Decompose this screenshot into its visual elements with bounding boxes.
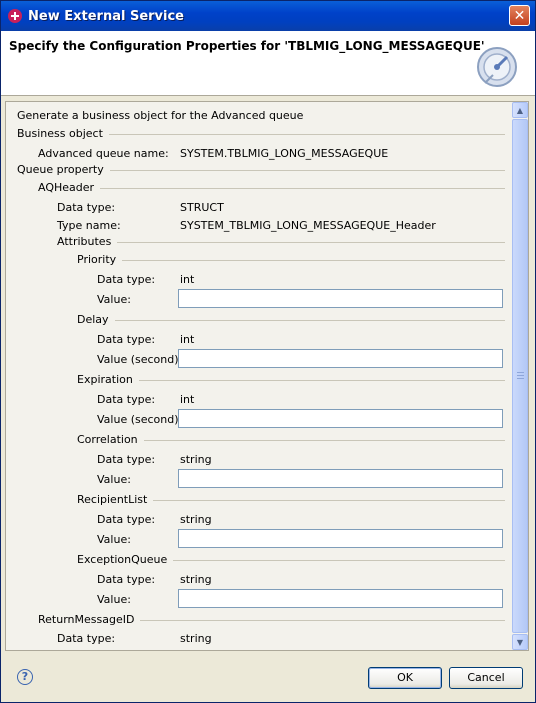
close-button[interactable]: ✕ [509,5,530,26]
value-label: Value: [97,533,131,546]
return-message-id-group: ReturnMessageID [38,612,505,628]
group-label: AQHeader [38,181,95,194]
attribute-name: Priority [77,253,117,266]
group-label: Business object [17,127,103,140]
grip-line [517,375,524,376]
value-label: Value: [97,593,131,606]
data-type-value: int [180,333,195,346]
delay-value-input[interactable] [178,349,503,368]
close-icon: ✕ [513,7,526,24]
data-type-label: Data type: [97,513,156,526]
attribute-group-priority: Priority [77,252,505,268]
value-label: Value: [97,473,131,486]
arrow-down-icon: ▼ [516,637,524,647]
attribute-name: Correlation [77,433,138,446]
value-label: Value: [97,293,131,306]
cancel-button[interactable]: Cancel [449,667,523,689]
type-name-value: SYSTEM_TBLMIG_LONG_MESSAGEQUE_Header [180,219,436,232]
data-type-value: string [180,453,212,466]
group-label: Attributes [57,235,112,248]
title-bar[interactable]: New External Service ✕ [1,1,535,31]
external-service-icon [8,9,22,23]
value-label: Value (second): [97,353,183,366]
page-title: Specify the Configuration Properties for… [9,39,485,53]
scroll-thumb[interactable] [512,119,528,633]
intro-text: Generate a business object for the Advan… [17,109,304,122]
window-title: New External Service [28,8,184,24]
attribute-name: RecipientList [77,493,148,506]
data-type-label: Data type: [97,333,156,346]
grip-line [517,378,524,379]
properties-panel[interactable]: Generate a business object for the Advan… [5,101,529,651]
data-type-value: STRUCT [180,201,224,214]
group-label: ReturnMessageID [38,613,135,626]
scroll-up-button[interactable]: ▲ [512,102,528,118]
attribute-group-correlation: Correlation [77,432,505,448]
correlation-value-input[interactable] [178,469,503,488]
data-type-value: string [180,632,212,645]
data-type-value: string [180,513,212,526]
queue-property-group: Queue property [17,162,505,178]
queue-name-label: Advanced queue name: [38,147,169,160]
type-name-label: Type name: [57,219,121,232]
value-label: Value (second): [97,413,183,426]
arrow-up-icon: ▲ [516,105,524,115]
group-label: Queue property [17,163,104,176]
scroll-down-button[interactable]: ▼ [512,634,528,650]
data-type-label: Data type: [97,273,156,286]
data-type-label: Data type: [97,453,156,466]
expiration-value-input[interactable] [178,409,503,428]
business-object-group: Business object [17,126,505,142]
help-icon[interactable]: ? [17,669,33,685]
attribute-name: Expiration [77,373,133,386]
data-type-label: Data type: [57,201,116,214]
vertical-scrollbar[interactable]: ▲ ▼ [512,102,528,650]
attribute-group-expiration: Expiration [77,372,505,388]
attributes-group: Attributes [57,234,505,250]
recipientlist-value-input[interactable] [178,529,503,548]
priority-value-input[interactable] [178,289,503,308]
attribute-group-delay: Delay [77,312,505,328]
attribute-group-exceptionqueue: ExceptionQueue [77,552,505,568]
data-type-value: int [180,393,195,406]
ok-button[interactable]: OK [368,667,442,689]
attribute-name: Delay [77,313,109,326]
queue-name-value: SYSTEM.TBLMIG_LONG_MESSAGEQUE [180,147,389,160]
dialog-window: New External Service ✕ Specify the Confi… [0,0,536,703]
data-type-label: Data type: [57,632,116,645]
data-type-value: string [180,573,212,586]
data-type-value: int [180,273,195,286]
attribute-group-recipientlist: RecipientList [77,492,505,508]
attribute-name: ExceptionQueue [77,553,168,566]
grip-line [517,372,524,373]
exceptionqueue-value-input[interactable] [178,589,503,608]
wizard-banner-icon [477,47,517,87]
wizard-header: Specify the Configuration Properties for… [1,31,535,96]
aqheader-group: AQHeader [38,180,505,196]
data-type-label: Data type: [97,573,156,586]
data-type-label: Data type: [97,393,156,406]
